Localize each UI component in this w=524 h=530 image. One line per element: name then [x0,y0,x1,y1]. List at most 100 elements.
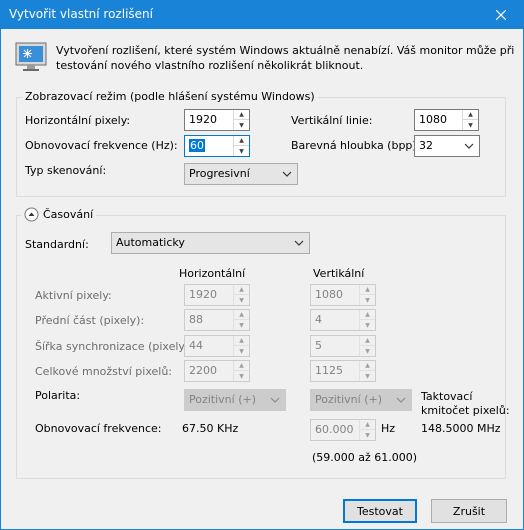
chevron-down-icon [270,397,280,403]
spin-up-icon[interactable]: ▲ [234,310,249,320]
spin-down-icon[interactable]: ▼ [234,120,249,130]
vertical-lines-label: Vertikální linie: [291,114,373,127]
spin-down-icon[interactable]: ▼ [360,430,375,440]
spin-up-icon[interactable]: ▲ [234,361,249,371]
spin-up-icon[interactable]: ▲ [360,285,375,295]
spin-up-icon[interactable]: ▲ [234,336,249,346]
column-header-vertical: Vertikální [313,267,365,280]
test-button-label: Testovat [357,504,403,518]
color-depth-label: Barevná hloubka (bpp): [291,139,421,152]
vertical-refresh-input[interactable]: 60.000 ▲ ▼ [310,419,376,441]
refresh-rate-spinner[interactable]: ▲ ▼ [233,136,249,156]
cancel-button[interactable]: Zrušit [431,499,507,523]
vertical-refresh-unit: Hz [381,422,396,435]
front-porch-label: Přední část (pixely): [35,314,145,327]
spinner[interactable]: ▲ ▼ [359,361,375,381]
chevron-down-icon [294,240,304,246]
column-header-horizontal: Horizontální [179,267,246,280]
front-porch-h-input[interactable]: 88 ▲ ▼ [184,309,250,331]
pixel-clock-label-1: Taktovací [421,390,473,403]
active-pixels-h-input[interactable]: 1920 ▲ ▼ [184,284,250,306]
front-porch-v-value: 4 [315,313,322,326]
standard-select[interactable]: Automaticky [111,232,310,254]
close-button[interactable] [479,1,523,29]
vertical-refresh-range: (59.000 až 61.000) [312,451,418,464]
horizontal-pixels-input[interactable]: 1920 ▲ ▼ [184,109,250,131]
spin-down-icon[interactable]: ▼ [360,295,375,305]
polarity-h-select[interactable]: Pozitivní (+) [184,389,286,411]
spinner[interactable]: ▲ ▼ [233,361,249,381]
standard-label: Standardní: [25,238,89,251]
spinner[interactable]: ▲ ▼ [359,420,375,440]
test-button[interactable]: Testovat [343,499,417,523]
info-line-1: Vytvoření rozlišení, které systém Window… [56,44,515,57]
spin-up-icon[interactable]: ▲ [360,420,375,430]
spinner[interactable]: ▲ ▼ [359,336,375,356]
spin-up-icon[interactable]: ▲ [234,285,249,295]
display-mode-group-title: Zobrazovací režim (podle hlášení systému… [22,90,318,103]
vertical-refresh-value: 60.000 [315,423,354,436]
spin-down-icon[interactable]: ▼ [360,320,375,330]
chevron-down-icon [282,171,292,177]
front-porch-v-input[interactable]: 4 ▲ ▼ [310,309,376,331]
vertical-lines-value: 1080 [419,113,447,126]
refresh-rate-value: 60 [189,139,205,152]
spin-down-icon[interactable]: ▼ [463,120,478,130]
total-pixels-v-input[interactable]: 1125 ▲ ▼ [310,360,376,382]
spinner[interactable]: ▲ ▼ [233,336,249,356]
total-pixels-h-value: 2200 [189,364,217,377]
collapse-up-icon[interactable] [24,207,39,222]
pixel-clock-value: 148.5000 MHz [421,422,501,435]
refresh-rate-label: Obnovovací frekvence (Hz): [25,139,178,152]
vertical-lines-input[interactable]: 1080 ▲ ▼ [414,109,479,131]
scan-type-label: Typ skenování: [25,164,107,177]
spin-down-icon[interactable]: ▼ [360,371,375,381]
total-pixels-v-value: 1125 [315,364,343,377]
standard-value: Automaticky [116,236,185,249]
spin-up-icon[interactable]: ▲ [360,336,375,346]
sync-width-h-input[interactable]: 44 ▲ ▼ [184,335,250,357]
scan-type-select[interactable]: Progresivní [184,163,298,185]
spinner[interactable]: ▲ ▼ [233,285,249,305]
front-porch-h-value: 88 [189,313,203,326]
spin-down-icon[interactable]: ▼ [234,146,249,156]
active-pixels-v-input[interactable]: 1080 ▲ ▼ [310,284,376,306]
active-pixels-v-value: 1080 [315,288,343,301]
spin-down-icon[interactable]: ▼ [234,371,249,381]
spinner[interactable]: ▲ ▼ [233,310,249,330]
horizontal-pixels-spinner[interactable]: ▲ ▼ [233,110,249,130]
pixel-clock-label-2: kmitočet pixelů: [421,404,510,417]
spin-up-icon[interactable]: ▲ [234,136,249,146]
total-pixels-h-input[interactable]: 2200 ▲ ▼ [184,360,250,382]
spinner[interactable]: ▲ ▼ [359,285,375,305]
timing-group-header[interactable]: Časování [21,207,97,222]
spinner[interactable]: ▲ ▼ [359,310,375,330]
refresh-rate-input[interactable]: 60 ▲ ▼ [184,135,250,157]
spin-down-icon[interactable]: ▼ [234,346,249,356]
spin-down-icon[interactable]: ▼ [234,320,249,330]
color-depth-select[interactable]: 32 [414,135,480,157]
active-pixels-h-value: 1920 [189,288,217,301]
polarity-v-select[interactable]: Pozitivní (+) [310,389,412,411]
custom-resolution-dialog: Vytvořit vlastní rozlišení Vytvoření roz… [0,0,524,530]
window-title: Vytvořit vlastní rozlišení [9,7,153,21]
sync-width-h-value: 44 [189,339,203,352]
sync-width-v-input[interactable]: 5 ▲ ▼ [310,335,376,357]
spin-down-icon[interactable]: ▼ [360,346,375,356]
horizontal-pixels-value: 1920 [189,113,217,126]
color-depth-value: 32 [419,139,433,152]
sync-width-label: Šířka synchronizace (pixely): [35,340,193,353]
title-bar: Vytvořit vlastní rozlišení [1,1,523,29]
polarity-label: Polarita: [35,389,81,402]
vertical-lines-spinner[interactable]: ▲ ▼ [462,110,478,130]
timing-group-title: Časování [43,208,94,221]
spin-up-icon[interactable]: ▲ [360,310,375,320]
timing-refresh-label: Obnovovací frekvence: [35,422,162,435]
spin-up-icon[interactable]: ▲ [463,110,478,120]
chevron-down-icon [464,143,474,149]
spin-down-icon[interactable]: ▼ [234,295,249,305]
spin-up-icon[interactable]: ▲ [234,110,249,120]
total-pixels-label: Celkové množství pixelů: [35,365,172,378]
active-pixels-label: Aktivní pixely: [35,289,112,302]
spin-up-icon[interactable]: ▲ [360,361,375,371]
